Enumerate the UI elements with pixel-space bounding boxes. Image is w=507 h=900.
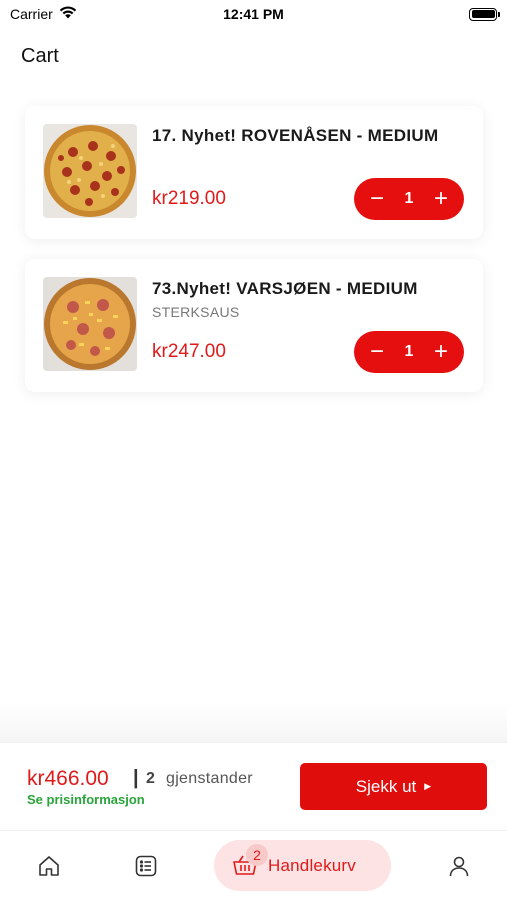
user-icon xyxy=(449,856,469,877)
price-info-link[interactable]: Se prisinformasjon xyxy=(27,792,145,807)
cart-list: 17. Nyhet! ROVENÅSEN - MEDIUM kr219.00 −… xyxy=(25,106,483,412)
decrease-quantity-button[interactable]: − xyxy=(366,338,388,365)
caret-right-icon: ▶ xyxy=(424,781,432,791)
increase-quantity-button[interactable]: + xyxy=(430,185,452,212)
plus-icon: + xyxy=(433,338,448,365)
cart-item-option: STERKSAUS xyxy=(152,304,240,320)
pizza-thumbnail xyxy=(43,124,137,218)
plus-icon: + xyxy=(433,185,448,212)
wifi-icon xyxy=(59,6,77,22)
minus-icon: − xyxy=(369,338,384,365)
cart-item: 17. Nyhet! ROVENÅSEN - MEDIUM kr219.00 −… xyxy=(25,106,483,239)
home-icon xyxy=(39,856,59,876)
cart-item-name: 73.Nyhet! VARSJØEN - MEDIUM xyxy=(152,279,418,298)
cart-badge: 2 xyxy=(246,843,268,866)
tab-menu[interactable] xyxy=(133,853,159,879)
tab-cart[interactable]: 2 Handlekurv xyxy=(214,840,391,891)
cart-item-price: kr247.00 xyxy=(152,341,226,362)
pizza-thumbnail xyxy=(43,277,137,371)
checkout-label: Sjekk ut xyxy=(355,776,417,796)
item-count-label: gjenstander xyxy=(166,770,253,787)
increase-quantity-button[interactable]: + xyxy=(430,338,452,365)
tab-home[interactable] xyxy=(36,853,62,879)
status-bar: Carrier 12:41 PM xyxy=(0,0,507,28)
summary-shadow xyxy=(0,700,507,742)
minus-icon: − xyxy=(369,185,384,212)
cart-item-price: kr219.00 xyxy=(152,188,226,209)
checkout-button[interactable]: Sjekk ut ▶ xyxy=(300,763,487,810)
tab-bar: 2 Handlekurv xyxy=(0,830,507,900)
menu-list-icon xyxy=(135,855,157,877)
tab-profile[interactable] xyxy=(446,853,472,879)
cart-item-name: 17. Nyhet! ROVENÅSEN - MEDIUM xyxy=(152,126,439,145)
quantity-stepper: − 1 + xyxy=(354,331,464,373)
status-left: Carrier xyxy=(10,6,77,22)
cart-item: 73.Nyhet! VARSJØEN - MEDIUM STERKSAUS kr… xyxy=(25,259,483,392)
quantity-value: 1 xyxy=(404,190,414,207)
quantity-stepper: − 1 + xyxy=(354,178,464,220)
battery-icon xyxy=(469,7,500,21)
decrease-quantity-button[interactable]: − xyxy=(366,185,388,212)
order-summary: kr466.00 | 2 gjenstander Se prisinformas… xyxy=(0,742,507,830)
quantity-value: 1 xyxy=(404,343,414,360)
page-title: Cart xyxy=(21,45,59,67)
carrier-label: Carrier xyxy=(10,6,53,22)
cart-icon-wrap: 2 xyxy=(232,843,268,878)
total-price: kr466.00 xyxy=(27,767,109,790)
item-count: 2 xyxy=(146,770,155,787)
summary-divider: | xyxy=(133,767,139,789)
tab-cart-label: Handlekurv xyxy=(268,855,356,875)
